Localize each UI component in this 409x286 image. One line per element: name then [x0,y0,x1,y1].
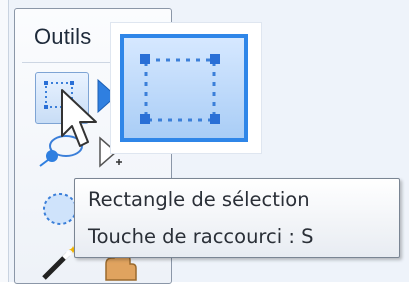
tooltip-title: Rectangle de sélection [88,188,310,211]
rectangle-select-large-icon [132,48,228,132]
tooltip-shortcut: Touche de raccourci : S [88,225,314,248]
tools-panel-title: Outils [34,24,92,49]
mouse-pointer-icon [60,88,102,152]
window-left-edge [0,0,9,282]
